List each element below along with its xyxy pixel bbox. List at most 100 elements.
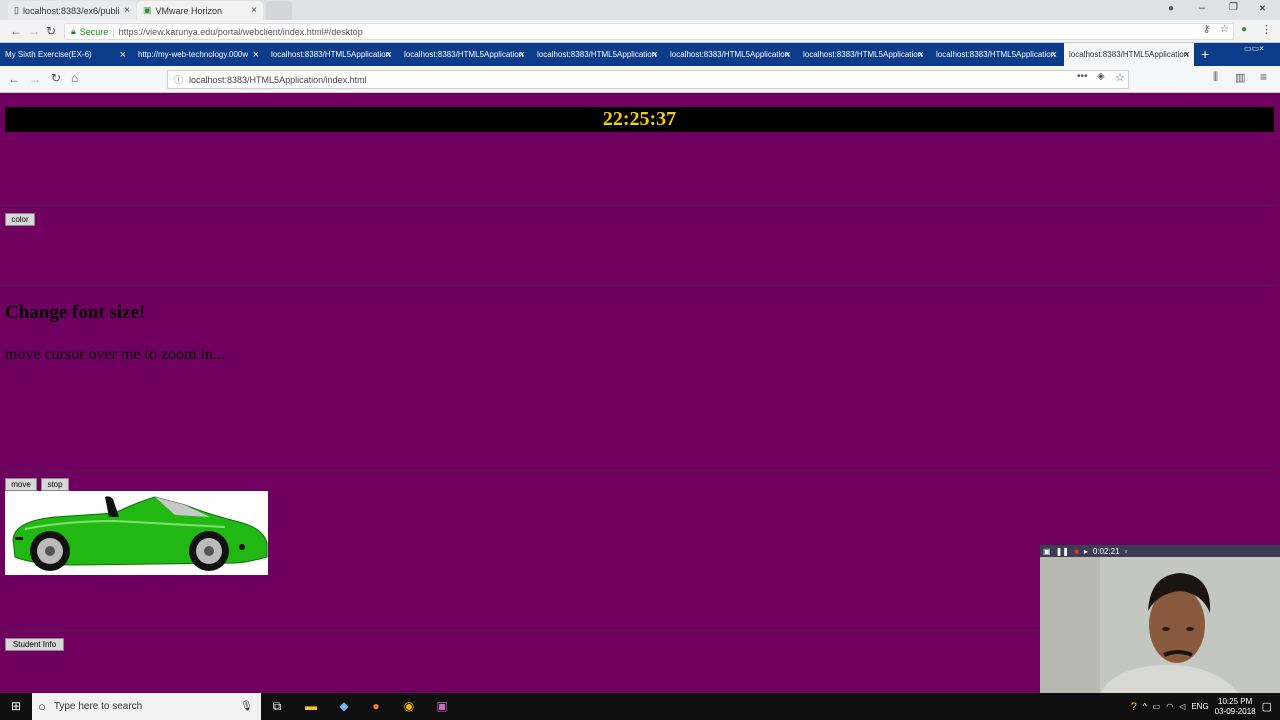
clock-date: 03-09-2018 <box>1214 706 1256 716</box>
close-icon[interactable]: × <box>253 49 259 61</box>
firefox-nav-bar: ← → ↻ ⌂ ⓘ localhost:8383/HTML5Applicatio… <box>0 66 1280 93</box>
back-icon[interactable]: ← <box>8 72 20 86</box>
close-icon[interactable]: × <box>124 5 130 16</box>
firefox-tab[interactable]: http://my-web-technology.000w × <box>133 43 263 66</box>
close-icon[interactable]: × <box>918 49 924 61</box>
clock-display: 22:25:37 <box>5 107 1274 132</box>
bookmark-star-icon[interactable]: ☆ <box>1115 71 1125 84</box>
firefox-tab[interactable]: localhost:8383/HTML5Application × <box>399 43 529 66</box>
tab-label: localhost:8383/HTML5Application <box>271 50 391 59</box>
extension-icon[interactable]: ● <box>1241 24 1247 35</box>
task-view-icon[interactable]: ⧉ <box>269 698 285 714</box>
firefox-tab[interactable]: localhost:8383/HTML5Application × <box>931 43 1061 66</box>
close-icon[interactable]: × <box>519 49 525 61</box>
minimize-icon[interactable]: – <box>1199 2 1205 14</box>
chrome-tab-label: VMware Horizon <box>155 5 223 16</box>
color-button[interactable]: color <box>5 213 35 226</box>
library-icon[interactable]: ⫼ <box>1213 71 1218 84</box>
pause-icon[interactable]: ❚❚ <box>1056 547 1069 556</box>
more-icon[interactable]: ••• <box>1077 71 1088 82</box>
hamburger-menu-icon[interactable]: ≡ <box>1260 70 1267 84</box>
taskbar-search-box[interactable]: ○ Type here to search 🎙︎ <box>32 693 261 720</box>
close-window-icon[interactable]: × <box>1259 1 1266 15</box>
firefox-address-bar[interactable]: ⓘ localhost:8383/HTML5Application/index.… <box>167 70 1129 89</box>
lock-icon: 🔒︎ <box>71 26 76 36</box>
help-icon[interactable]: ? <box>1131 701 1137 713</box>
restore-icon[interactable]: ❐ <box>1229 2 1238 13</box>
chevron-up-icon[interactable]: ^ <box>1143 702 1147 711</box>
clock[interactable]: 10:25 PM 03-09-2018 <box>1215 697 1256 717</box>
language-indicator[interactable]: ENG <box>1191 702 1208 711</box>
firefox-tab[interactable]: localhost:8383/HTML5Application × <box>532 43 662 66</box>
car-image <box>5 491 268 575</box>
battery-icon[interactable]: ▭ <box>1153 702 1161 711</box>
firefox-tab-active[interactable]: localhost:8383/HTML5Application × <box>1064 43 1194 66</box>
firefox-tab[interactable]: My Sixth Exercise(EX-6) × <box>0 43 130 66</box>
close-icon[interactable]: × <box>652 49 658 61</box>
firefox-tab[interactable]: localhost:8383/HTML5Application × <box>798 43 928 66</box>
close-icon[interactable]: × <box>1051 49 1057 61</box>
divider <box>0 470 1275 471</box>
chrome-tab-bar: ▯ localhost:8383/ex6/publi × ▣ VMware Ho… <box>0 0 1280 20</box>
info-icon: ⓘ <box>174 75 184 85</box>
close-icon[interactable]: × <box>386 49 392 61</box>
back-icon[interactable]: ← <box>10 24 22 38</box>
firefox-icon[interactable]: ● <box>368 698 384 714</box>
recorder-app-icon[interactable]: ▣ <box>434 698 450 714</box>
volume-icon[interactable]: ◁ <box>1179 702 1185 711</box>
tab-label: localhost:8383/HTML5Application <box>537 50 657 59</box>
window-controls-icon[interactable]: ▭▭× <box>1244 44 1264 53</box>
expand-icon[interactable]: ▫ <box>1125 547 1128 556</box>
reload-icon[interactable]: ↻ <box>51 71 61 85</box>
notification-icon[interactable]: ▢ <box>1262 700 1272 713</box>
chrome-icon[interactable]: ◉ <box>401 698 417 714</box>
firefox-tab-bar: My Sixth Exercise(EX-6) × http://my-web-t… <box>0 43 1280 66</box>
new-tab-button[interactable] <box>266 1 292 20</box>
close-icon[interactable]: × <box>1184 49 1190 61</box>
profile-icon[interactable]: ● <box>1168 3 1174 14</box>
forward-icon[interactable]: → <box>29 72 41 86</box>
record-icon[interactable]: ■ <box>1074 547 1079 556</box>
firefox-tab[interactable]: localhost:8383/HTML5Application × <box>266 43 396 66</box>
car-illustration <box>12 496 268 571</box>
tab-label: localhost:8383/HTML5Application <box>1069 50 1189 59</box>
close-icon[interactable]: × <box>251 5 257 16</box>
chrome-tab-localhost[interactable]: ▯ localhost:8383/ex6/publi × <box>8 1 136 20</box>
play-icon[interactable]: ▸ <box>1084 547 1088 556</box>
stop-button[interactable]: stop <box>41 478 69 491</box>
vmware-icon: ▣ <box>143 5 152 15</box>
network-icon[interactable]: ◠ <box>1166 702 1173 711</box>
search-icon: ○ <box>38 699 46 714</box>
windows-start-icon[interactable]: ⊞ <box>8 698 24 714</box>
app-icon[interactable]: ◆ <box>336 698 352 714</box>
webcam-feed <box>1040 557 1280 695</box>
home-icon[interactable]: ⌂ <box>71 71 78 85</box>
pocket-icon[interactable]: ◈ <box>1097 71 1105 82</box>
key-icon[interactable]: ⚷ <box>1203 24 1210 35</box>
system-tray: ? ^ ▭ ◠ ◁ ENG 10:25 PM 03-09-2018 ▢ <box>1131 693 1280 720</box>
file-explorer-icon[interactable]: ▬ <box>303 698 319 714</box>
new-tab-icon[interactable]: + <box>1201 46 1209 62</box>
reload-icon[interactable]: ↻ <box>46 24 56 38</box>
recorder-toolbar: ▣ ❚❚ ■ ▸ 0:02:21 ▫ <box>1040 545 1280 557</box>
sidebar-icon[interactable]: ▥ <box>1235 71 1245 84</box>
chrome-address-bar[interactable]: 🔒︎ Secure | https://view.karunya.edu/por… <box>64 23 1234 40</box>
page-icon: ▯ <box>14 5 19 15</box>
tab-label: localhost:8383/HTML5Application <box>803 50 923 59</box>
move-button[interactable]: move <box>5 478 37 491</box>
forward-icon[interactable]: → <box>28 24 40 38</box>
student-info-button[interactable]: Student Info <box>5 638 64 651</box>
recorder-icon: ▣ <box>1043 546 1051 556</box>
menu-icon[interactable]: ⋮ <box>1261 23 1272 36</box>
zoom-text[interactable]: move cursor over me to zoom in... <box>5 346 225 364</box>
star-icon[interactable]: ☆ <box>1220 24 1229 35</box>
chrome-tab-vmware[interactable]: ▣ VMware Horizon × <box>137 1 263 20</box>
firefox-tab[interactable]: localhost:8383/HTML5Application × <box>665 43 795 66</box>
microphone-icon[interactable]: 🎙︎ <box>240 701 253 712</box>
close-icon[interactable]: × <box>785 49 791 61</box>
tab-label: localhost:8383/HTML5Application <box>936 50 1056 59</box>
divider <box>0 205 1275 206</box>
chrome-toolbar: ← → ↻ 🔒︎ Secure | https://view.karunya.e… <box>0 20 1280 43</box>
close-icon[interactable]: × <box>120 49 126 61</box>
divider <box>0 285 1275 286</box>
